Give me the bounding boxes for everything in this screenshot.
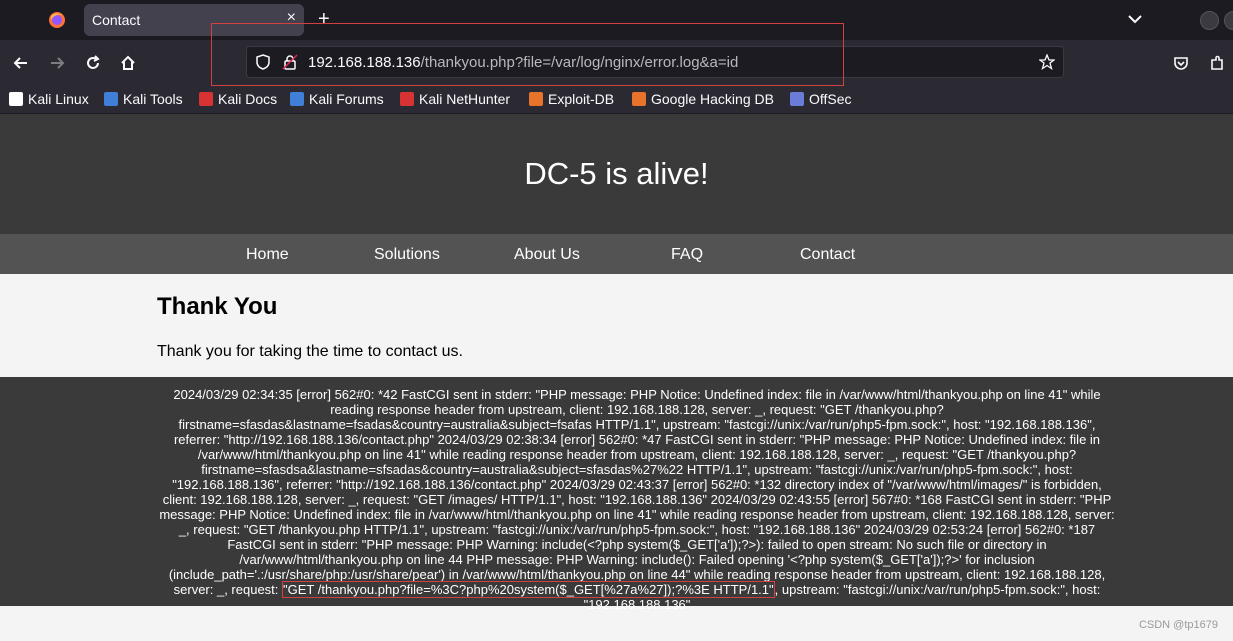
offsec-icon	[790, 92, 804, 106]
tab-list-icon[interactable]	[1126, 10, 1144, 28]
bookmark-label: Kali Linux	[28, 91, 89, 107]
page-heading: Thank You	[157, 293, 278, 320]
kali-linux-icon	[9, 92, 23, 106]
pocket-icon[interactable]	[1172, 54, 1190, 72]
extensions-icon[interactable]	[1208, 54, 1226, 72]
bookmark-offsec[interactable]: OffSec	[790, 89, 852, 109]
kali-tools-icon	[104, 92, 118, 106]
watermark: CSDN @tp1679	[1138, 619, 1218, 631]
thanks-message: Thank you for taking the time to contact…	[157, 343, 463, 360]
kali-docs-icon	[199, 92, 213, 106]
tab-bar: Contact × +	[0, 0, 1233, 40]
exploit-db-icon	[529, 92, 543, 106]
url-bar[interactable]: 192.168.188.136/thankyou.php?file=/var/l…	[246, 46, 1064, 78]
log-output: 2024/03/29 02:34:35 [error] 562#0: *42 F…	[0, 377, 1233, 612]
bookmark-label: OffSec	[809, 91, 852, 107]
bookmark-google-hacking-db[interactable]: Google Hacking DB	[632, 89, 774, 109]
bookmark-kali-forums[interactable]: Kali Forums	[290, 89, 384, 109]
shield-icon[interactable]	[255, 54, 271, 70]
maximize-icon[interactable]	[1224, 11, 1233, 30]
log-text-before: 2024/03/29 02:34:35 [error] 562#0: *42 F…	[159, 387, 1115, 597]
bookmark-exploit-db[interactable]: Exploit-DB	[529, 89, 614, 109]
url-host: 192.168.188.136	[308, 54, 421, 71]
bookmark-kali-tools[interactable]: Kali Tools	[104, 89, 183, 109]
bookmark-label: Kali Forums	[309, 91, 384, 107]
page-content: DC-5 is alive! Home Solutions About Us F…	[0, 114, 1233, 641]
site-menu: Home Solutions About Us FAQ Contact	[0, 234, 1233, 274]
tab-title: Contact	[92, 12, 141, 28]
bookmarks-toolbar: Kali Linux Kali Tools Kali Docs Kali For…	[0, 86, 1233, 114]
url-path: /thankyou.php?file=/var/log/nginx/error.…	[420, 54, 739, 71]
menu-item-faq[interactable]: FAQ	[671, 246, 703, 264]
menu-item-solutions[interactable]: Solutions	[374, 246, 440, 264]
bookmark-label: Google Hacking DB	[651, 91, 774, 107]
error-log-text: 2024/03/29 02:34:35 [error] 562#0: *42 F…	[157, 387, 1117, 612]
tab-contact[interactable]: Contact ×	[84, 4, 304, 36]
google-hacking-db-icon	[632, 92, 646, 106]
highlighted-request: "GET /thankyou.php?file=%3C?php%20system…	[282, 581, 775, 598]
home-icon[interactable]	[119, 54, 137, 72]
minimize-icon[interactable]	[1200, 11, 1219, 30]
close-tab-icon[interactable]: ×	[287, 9, 296, 27]
forward-icon[interactable]	[48, 54, 66, 72]
reload-icon[interactable]	[84, 54, 102, 72]
bookmark-kali-docs[interactable]: Kali Docs	[199, 89, 277, 109]
kali-forums-icon	[290, 92, 304, 106]
back-icon[interactable]	[12, 54, 30, 72]
nav-bar: 192.168.188.136/thankyou.php?file=/var/l…	[0, 40, 1233, 86]
site-title: DC-5 is alive!	[524, 156, 709, 191]
bookmark-label: Kali Tools	[123, 91, 183, 107]
star-icon[interactable]	[1039, 54, 1055, 70]
menu-item-contact[interactable]: Contact	[800, 246, 855, 264]
new-tab-button[interactable]: +	[318, 8, 330, 30]
bookmark-label: Kali Docs	[218, 91, 278, 107]
menu-item-home[interactable]: Home	[246, 246, 289, 264]
kali-nethunter-icon	[400, 92, 414, 106]
bookmark-label: Kali NetHunter	[419, 91, 511, 107]
url-text[interactable]: 192.168.188.136/thankyou.php?file=/var/l…	[308, 54, 738, 71]
firefox-logo[interactable]	[48, 11, 66, 29]
bookmark-kali-linux[interactable]: Kali Linux	[9, 89, 89, 109]
bookmark-label: Exploit-DB	[548, 91, 615, 107]
lock-icon[interactable]	[282, 54, 298, 70]
site-header: DC-5 is alive!	[0, 114, 1233, 234]
menu-item-about-us[interactable]: About Us	[514, 246, 580, 264]
bookmark-kali-nethunter[interactable]: Kali NetHunter	[400, 89, 510, 109]
